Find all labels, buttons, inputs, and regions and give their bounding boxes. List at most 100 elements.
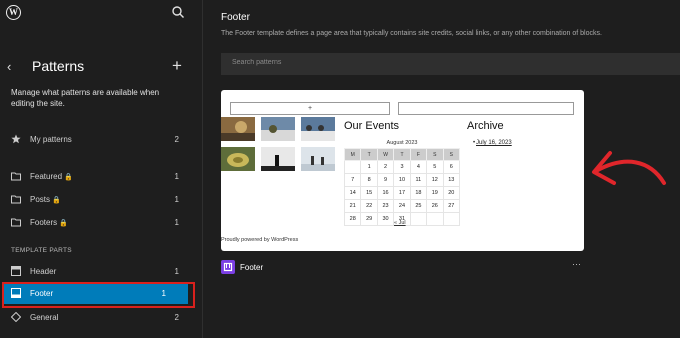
sidebar-item-footers[interactable]: Footers 🔒 1	[11, 216, 181, 230]
archive-link: July 16, 2023	[476, 140, 512, 146]
calendar-day: 28	[343, 212, 362, 226]
sidebar-description: Manage what patterns are available when …	[11, 88, 160, 108]
search-field[interactable]	[221, 53, 680, 75]
calendar-day: 18	[409, 186, 428, 200]
arrow-annotation-icon	[592, 151, 666, 185]
count-badge: 2	[174, 313, 179, 322]
calendar-day: 15	[360, 186, 378, 200]
sidebar-item-label: My patterns	[30, 135, 72, 144]
footer-pattern-icon	[221, 260, 235, 274]
star-icon	[11, 134, 21, 144]
page-title: Footer	[221, 12, 250, 23]
calendar-day: 5	[426, 160, 444, 174]
count-badge: 1	[174, 195, 179, 204]
calendar-day: 24	[393, 199, 411, 213]
calendar-day: 12	[426, 173, 444, 187]
calendar-prev-link: « Jul	[394, 220, 406, 226]
plus-icon[interactable]: +	[172, 56, 182, 76]
calendar-day: 22	[360, 199, 378, 213]
folder-icon	[11, 218, 21, 227]
calendar-day: 8	[360, 173, 378, 187]
calendar-day	[442, 212, 461, 226]
photo-thumbnail	[301, 147, 335, 171]
calendar-day: 16	[376, 186, 395, 200]
weekday-header: M	[343, 148, 362, 161]
sidebar-item-label: Footers	[30, 218, 58, 227]
wordpress-logo-icon[interactable]: W	[6, 5, 21, 20]
sidebar: W ‹ Patterns + Manage what patterns are …	[0, 0, 202, 338]
template-part-icon	[223, 262, 233, 272]
sidebar-item-posts[interactable]: Posts 🔒 1	[11, 193, 181, 207]
calendar-day: 7	[343, 173, 362, 187]
archive-heading: Archive	[467, 120, 504, 132]
weekday-header: S	[442, 148, 461, 161]
calendar-day: 6	[442, 160, 461, 174]
calendar-table: M T W T F S S 1 2 3 4 5 6 7 8 9 10 11 12…	[343, 148, 461, 226]
sidebar-item-my-patterns[interactable]: My patterns 2	[11, 133, 181, 147]
calendar-day: 9	[376, 173, 395, 187]
weekday-header: T	[393, 148, 411, 161]
sidebar-item-label: General	[30, 313, 59, 322]
preview-search-field	[398, 102, 574, 115]
sidebar-item-label: Posts	[30, 195, 51, 204]
calendar-day: 11	[409, 173, 428, 187]
photo-thumbnail	[221, 117, 255, 141]
bullet: •	[473, 140, 476, 146]
page-description: The Footer template defines a page area …	[221, 30, 602, 37]
ellipsis-icon[interactable]: ⋯	[572, 259, 581, 270]
calendar-day: 23	[376, 199, 395, 213]
lock-icon: 🔒	[52, 197, 61, 204]
panel-divider	[202, 0, 203, 338]
photo-thumbnail	[221, 147, 255, 171]
calendar-day: 13	[442, 173, 461, 187]
folder-icon	[11, 172, 21, 181]
weekday-header: F	[409, 148, 428, 161]
search-icon[interactable]	[171, 5, 185, 19]
calendar-day: 1	[360, 160, 378, 174]
count-badge: 2	[174, 135, 179, 144]
calendar-day	[409, 212, 428, 226]
pattern-preview[interactable]: + Our Events Archive • July 16, 2023 Aug…	[221, 90, 584, 251]
events-heading: Our Events	[344, 120, 400, 132]
header-layout-icon	[11, 266, 21, 276]
folder-icon	[11, 195, 21, 204]
sidebar-item-label: Featured	[30, 172, 63, 181]
sidebar-item-label: Header	[30, 267, 57, 276]
calendar-day: 4	[409, 160, 428, 174]
sidebar-item-header[interactable]: Header 1	[11, 265, 181, 279]
sidebar-item-general[interactable]: General 2	[11, 311, 181, 325]
pattern-name: Footer	[240, 263, 264, 272]
lock-icon: 🔒	[64, 174, 73, 181]
powered-by-text: Proudly powered by WordPress	[221, 237, 299, 243]
preview-search-button: +	[230, 102, 390, 115]
calendar-day: 17	[393, 186, 411, 200]
calendar-day: 21	[343, 199, 362, 213]
calendar-day: 26	[426, 199, 444, 213]
weekday-header: S	[426, 148, 444, 161]
calendar-day: 27	[442, 199, 461, 213]
calendar-day: 2	[376, 160, 395, 174]
calendar-day: 29	[360, 212, 378, 226]
calendar-day	[426, 212, 444, 226]
search-input[interactable]	[230, 58, 534, 67]
photo-thumbnail	[301, 117, 335, 141]
calendar-widget: August 2023 M T W T F S S 1 2 3 4 5 6 7	[343, 138, 461, 226]
calendar-day: 3	[393, 160, 411, 174]
calendar-day: 14	[343, 186, 362, 200]
count-badge: 1	[174, 172, 179, 181]
count-badge: 1	[174, 267, 179, 276]
section-heading: TEMPLATE PARTS	[11, 247, 72, 254]
highlight-annotation-box	[2, 282, 195, 308]
photo-thumbnail	[261, 117, 295, 141]
weekday-header: W	[376, 148, 395, 161]
chevron-left-icon[interactable]: ‹	[7, 59, 11, 74]
calendar-day: 25	[409, 199, 428, 213]
photo-thumbnail	[261, 147, 295, 171]
sidebar-item-featured[interactable]: Featured 🔒 1	[11, 170, 181, 184]
calendar-day	[343, 160, 362, 174]
diamond-icon	[11, 312, 21, 322]
calendar-day: 10	[393, 173, 411, 187]
sidebar-title: Patterns	[32, 58, 85, 74]
calendar-day: 19	[426, 186, 444, 200]
count-badge: 1	[174, 218, 179, 227]
